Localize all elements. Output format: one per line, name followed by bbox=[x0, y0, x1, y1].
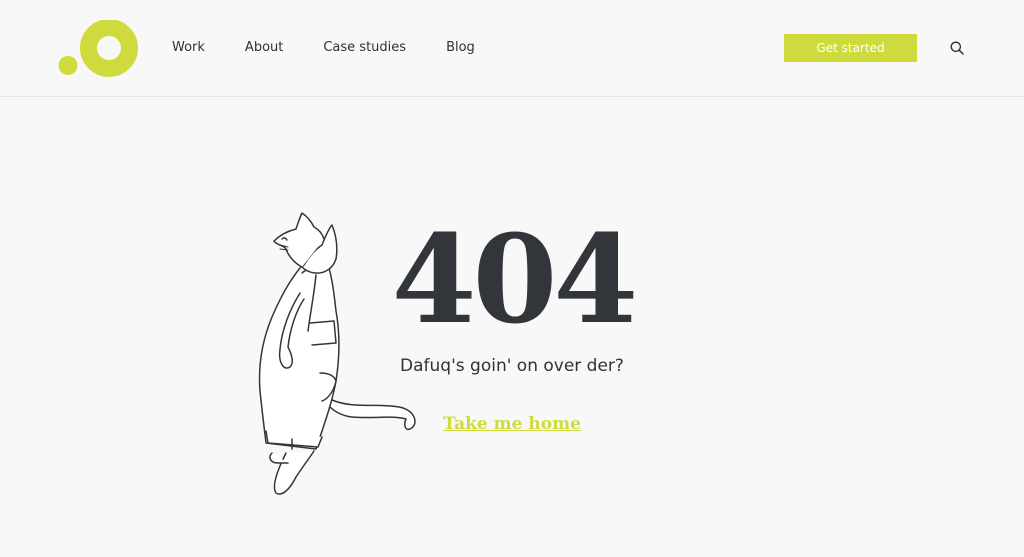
logo[interactable] bbox=[58, 20, 138, 78]
nav-item-case-studies[interactable]: Case studies bbox=[323, 38, 406, 58]
nav-item-about[interactable]: About bbox=[245, 38, 283, 58]
main-nav: Work About Case studies Blog bbox=[172, 38, 475, 58]
nav-item-work[interactable]: Work bbox=[172, 38, 205, 58]
error-code: 404 bbox=[391, 207, 639, 351]
site-header: Work About Case studies Blog Get started bbox=[0, 0, 1024, 97]
take-me-home-link[interactable]: Take me home bbox=[430, 414, 594, 434]
nav-item-blog[interactable]: Blog bbox=[446, 38, 475, 58]
error-message: Dafuq's goin' on over der? bbox=[400, 356, 624, 376]
search-icon[interactable] bbox=[949, 40, 965, 56]
get-started-button[interactable]: Get started bbox=[784, 34, 917, 62]
